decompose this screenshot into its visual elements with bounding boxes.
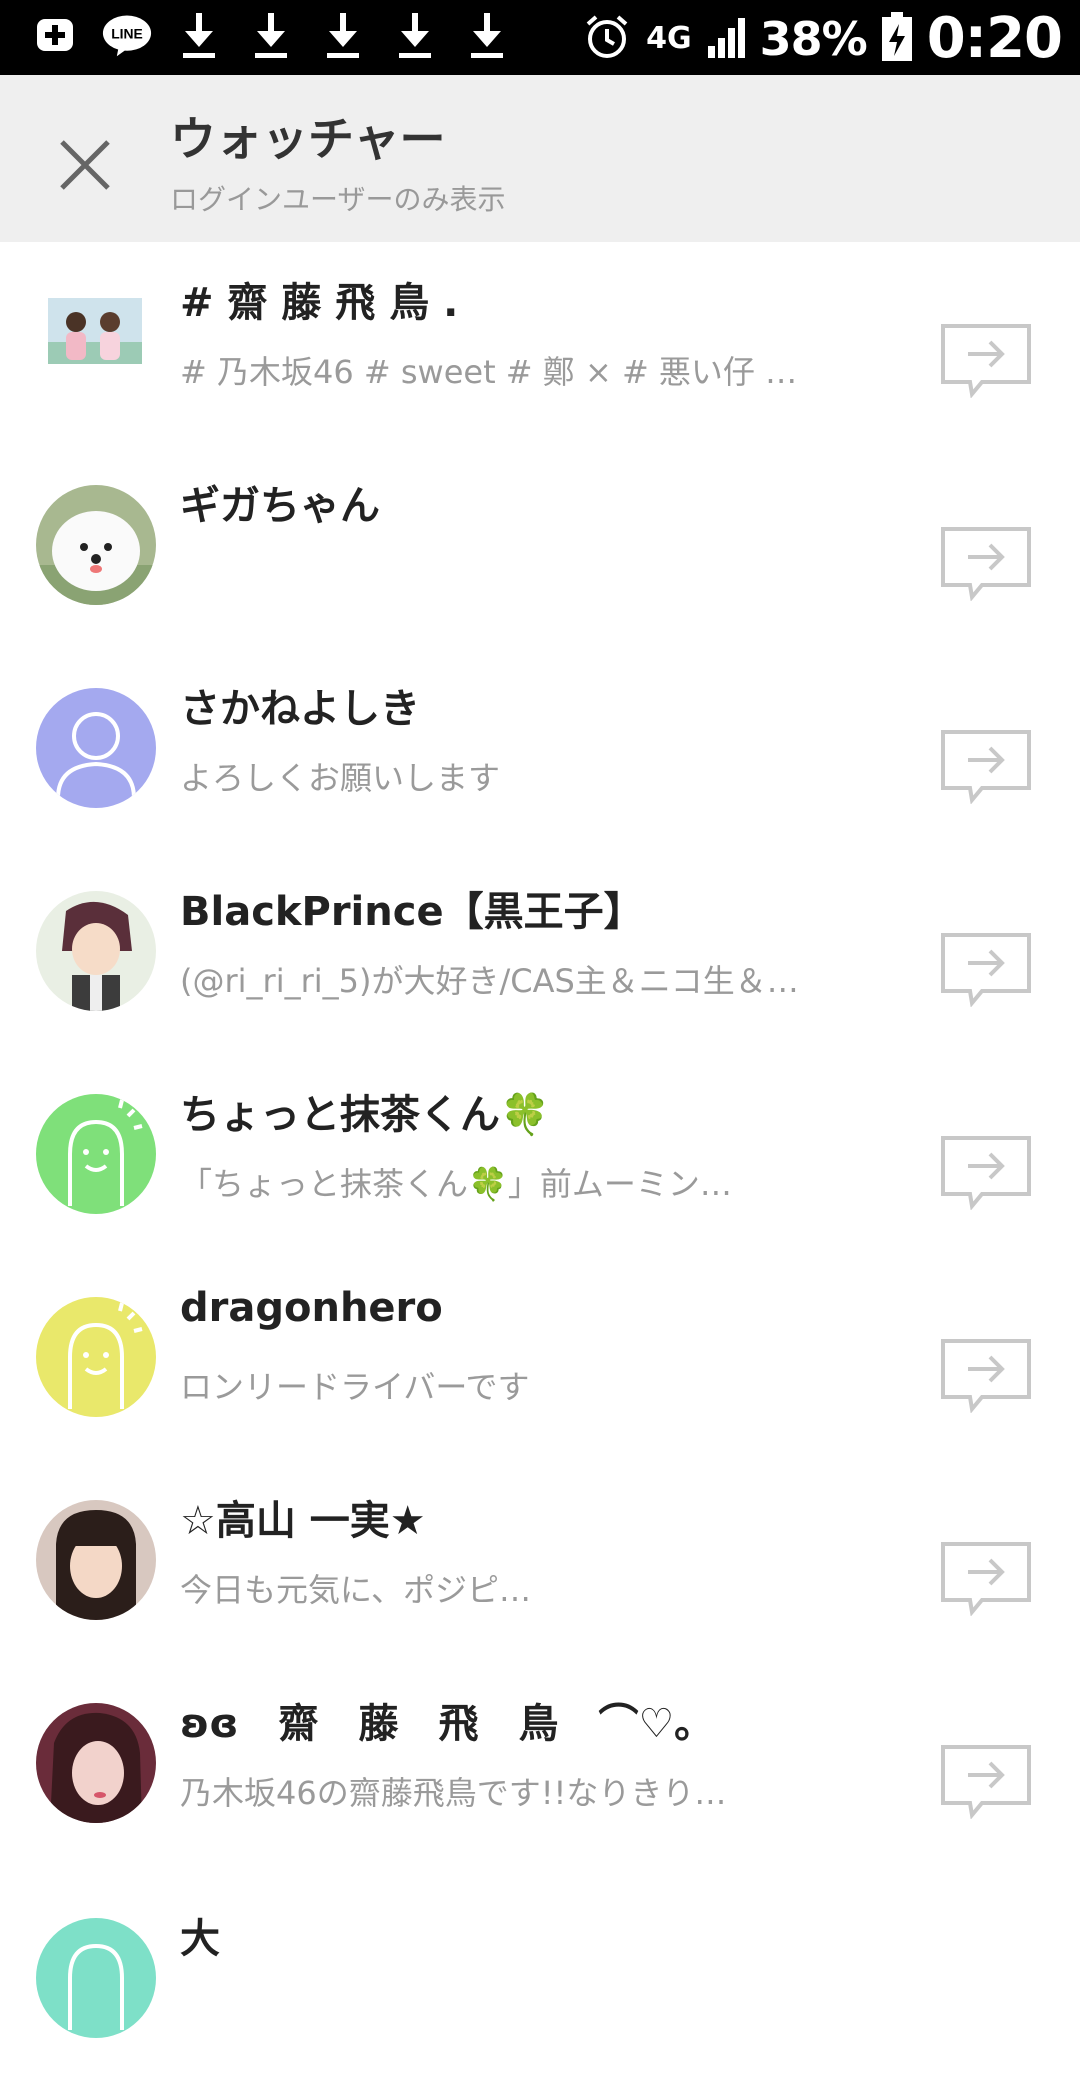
page-subtitle: ログインユーザーのみ表示 — [170, 183, 506, 216]
download-icon — [318, 10, 368, 60]
avatar — [36, 688, 156, 808]
user-name: BlackPrince【黒王子】 — [180, 889, 644, 935]
avatar — [36, 1500, 156, 1620]
share-button[interactable] — [940, 728, 1032, 805]
user-status: ロンリードライバーです — [180, 1368, 530, 1406]
clock: 0:20 — [926, 6, 1063, 71]
list-item[interactable]: dragonhero ロンリードライバーです — [0, 1257, 1080, 1460]
user-status: 乃木坂46の齋藤飛鳥です!!なりきり… — [180, 1774, 727, 1812]
share-icon — [941, 324, 1031, 399]
user-name: ちょっと抹茶くん🍀 — [180, 1092, 550, 1138]
list-item[interactable]: 大 — [0, 1878, 1080, 2081]
user-name: dragonhero — [180, 1285, 443, 1331]
download-icon — [462, 10, 512, 60]
share-icon — [941, 730, 1031, 805]
list-item[interactable]: さかねよしき よろしくお願いします — [0, 648, 1080, 851]
list-item[interactable]: ちょっと抹茶くん🍀 「ちょっと抹茶くん🍀」前ムーミン… — [0, 1054, 1080, 1257]
share-icon — [941, 1136, 1031, 1211]
user-status: # 乃木坂46 # sweet # 鄭 × # 悪い仔 … — [180, 353, 798, 391]
share-button[interactable] — [940, 931, 1032, 1008]
share-icon — [941, 1542, 1031, 1617]
default-face-icon — [36, 1297, 156, 1417]
user-name: ☆高山 一実★ — [180, 1498, 426, 1544]
share-icon — [941, 527, 1031, 602]
share-button[interactable] — [940, 1134, 1032, 1211]
share-button[interactable] — [940, 322, 1032, 399]
share-icon — [941, 1339, 1031, 1414]
line-app-icon: LINE — [102, 10, 152, 60]
share-button[interactable] — [940, 1337, 1032, 1414]
download-icon — [174, 10, 224, 60]
add-icon — [30, 10, 80, 60]
list-item[interactable]: ☆高山 一実★ 今日も元気に、ポジピ… — [0, 1460, 1080, 1663]
battery-icon — [881, 11, 913, 66]
list-item[interactable]: # 齋 藤 飛 鳥 . # 乃木坂46 # sweet # 鄭 × # 悪い仔 … — [0, 242, 1080, 445]
list-item[interactable]: ʚɞ 齋 藤 飛 鳥 ⌒♡｡ 乃木坂46の齋藤飛鳥です!!なりきり… — [0, 1663, 1080, 1878]
user-name: 大 — [180, 1916, 220, 1962]
user-name: さかねよしき — [180, 686, 420, 732]
user-name: ʚɞ 齋 藤 飛 鳥 ⌒♡｡ — [180, 1701, 695, 1747]
user-name: # 齋 藤 飛 鳥 . — [180, 280, 459, 326]
alarm-icon — [582, 12, 632, 66]
avatar — [48, 298, 142, 364]
share-button[interactable] — [940, 1540, 1032, 1617]
avatar — [36, 1918, 156, 2038]
notification-icons: LINE — [30, 10, 512, 60]
avatar — [36, 1094, 156, 1214]
list-item[interactable]: ギガちゃん — [0, 445, 1080, 648]
network-type: 4G — [646, 20, 692, 56]
system-indicators: 4G 38% 0:20 — [582, 6, 1063, 71]
user-name: ギガちゃん — [180, 483, 380, 529]
avatar — [36, 891, 156, 1011]
page-title: ウォッチャー — [170, 112, 446, 166]
user-status: 今日も元気に、ポジピ… — [180, 1571, 532, 1609]
avatar — [36, 485, 156, 605]
share-button[interactable] — [940, 525, 1032, 602]
close-button[interactable] — [50, 130, 120, 200]
avatar — [36, 1297, 156, 1417]
avatar — [36, 1703, 156, 1823]
user-status: (@ri_ri_ri_5)が大好き/CAS主＆ニコ生＆… — [180, 962, 799, 1000]
status-bar: LINE 4G 38% 0:20 — [0, 0, 1080, 75]
share-icon — [941, 1745, 1031, 1820]
default-face-icon — [36, 1918, 156, 2038]
list-item[interactable]: BlackPrince【黒王子】 (@ri_ri_ri_5)が大好き/CAS主＆… — [0, 851, 1080, 1054]
download-icon — [390, 10, 440, 60]
user-status: 「ちょっと抹茶くん🍀」前ムーミン… — [180, 1165, 732, 1203]
battery-percent: 38% — [759, 11, 868, 66]
share-icon — [941, 933, 1031, 1008]
watcher-list: # 齋 藤 飛 鳥 . # 乃木坂46 # sweet # 鄭 × # 悪い仔 … — [0, 242, 1080, 2081]
download-icon — [246, 10, 296, 60]
signal-icon — [706, 14, 746, 64]
close-icon — [60, 140, 110, 190]
user-status: よろしくお願いします — [180, 759, 501, 797]
default-face-icon — [36, 1094, 156, 1214]
header: ウォッチャー ログインユーザーのみ表示 — [0, 75, 1080, 242]
default-person-icon — [36, 688, 156, 808]
share-button[interactable] — [940, 1743, 1032, 1820]
line-label: LINE — [111, 26, 143, 42]
